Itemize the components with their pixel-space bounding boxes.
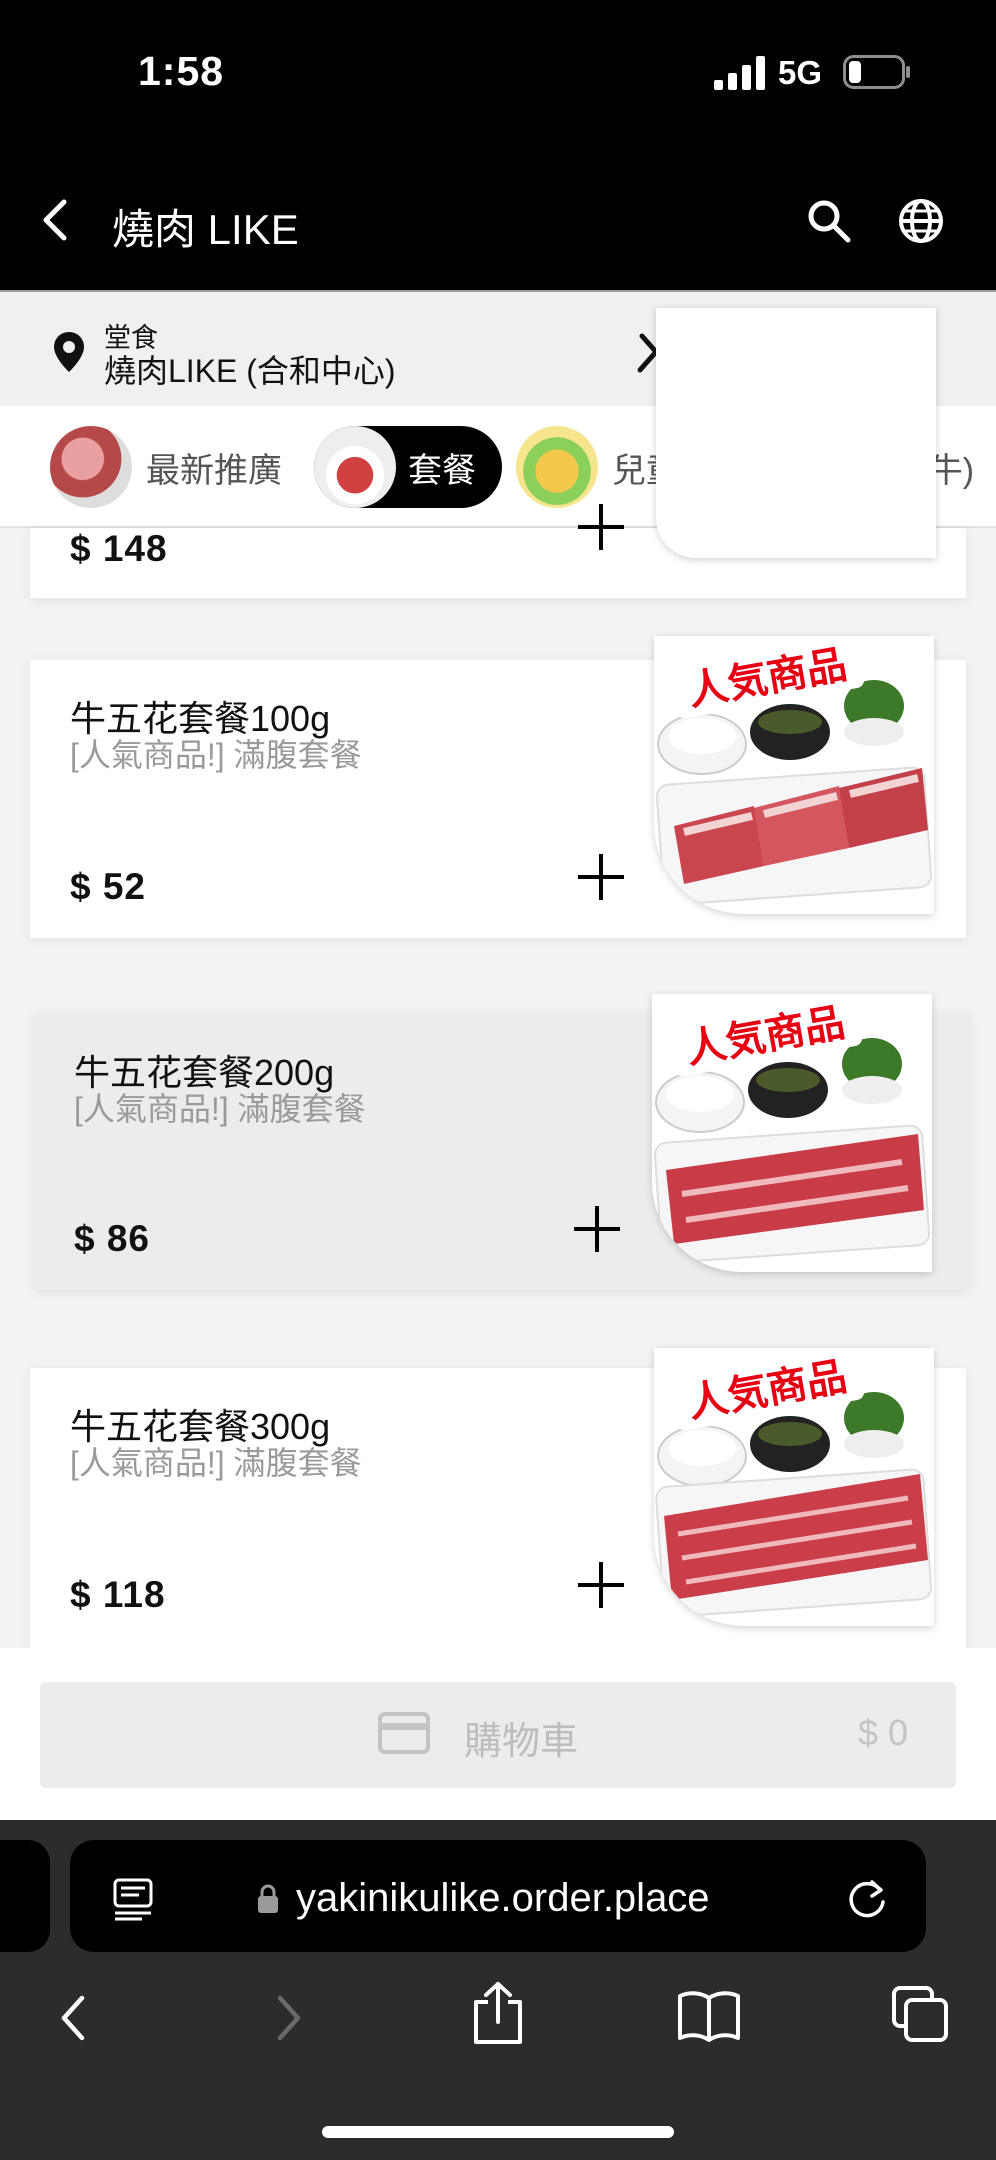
signal-icon	[714, 56, 765, 90]
item-price: $ 118	[70, 1574, 166, 1615]
bookmarks-icon[interactable]	[676, 1988, 742, 2044]
category-thumbnail	[314, 426, 396, 508]
item-price: $ 148	[70, 528, 168, 569]
globe-icon[interactable]	[896, 196, 946, 246]
tab-promotions[interactable]: 最新推廣	[50, 426, 282, 508]
status-time: 1:58	[138, 48, 225, 94]
item-photo: 人気商品	[652, 994, 932, 1272]
item-photo: 人気商品	[654, 1348, 934, 1626]
cart-total: $ 0	[858, 1712, 909, 1753]
item-price: $ 86	[74, 1218, 151, 1259]
set-meal-illustration: 人気商品	[655, 1348, 933, 1618]
battery-icon	[843, 55, 910, 89]
item-photo	[656, 308, 936, 558]
menu-item-card[interactable]: $ 148	[30, 308, 966, 598]
item-description: [人氣商品!] 滿腹套餐	[70, 1445, 362, 1481]
category-thumbnail	[516, 426, 598, 508]
plus-icon[interactable]	[578, 504, 624, 550]
reload-icon[interactable]	[844, 1876, 890, 1922]
tabs-icon[interactable]	[890, 1984, 950, 2044]
item-description: [人氣商品!] 滿腹套餐	[70, 737, 362, 773]
location-pin-icon	[54, 332, 84, 372]
category-thumbnail	[50, 426, 132, 508]
plus-icon[interactable]	[578, 854, 624, 900]
lock-icon	[258, 1884, 278, 1913]
cart-label: 購物車	[464, 1721, 579, 1763]
tab-label: 最新推廣	[146, 451, 282, 490]
reader-icon[interactable]	[112, 1877, 154, 1921]
tab-set-meals[interactable]: 套餐	[314, 426, 502, 508]
network-type: 5G	[778, 54, 823, 91]
item-price: $ 52	[70, 866, 147, 907]
back-icon[interactable]	[32, 190, 76, 250]
plus-icon[interactable]	[578, 1562, 624, 1608]
item-photo: 人気商品	[654, 636, 934, 914]
search-icon[interactable]	[804, 196, 854, 246]
home-indicator	[322, 2126, 674, 2138]
menu-item-card[interactable]: 牛五花套餐200g [人氣商品!] 滿腹套餐 $ 86 人気商品	[34, 994, 970, 1290]
nav-back-icon[interactable]	[52, 1988, 96, 2048]
item-description: [人氣商品!] 滿腹套餐	[74, 1091, 366, 1127]
page-title: 燒肉 LIKE	[112, 206, 299, 253]
previous-tab-preview[interactable]	[0, 1840, 50, 1952]
menu-item-card[interactable]: 牛五花套餐300g [人氣商品!] 滿腹套餐 $ 118 人気商品	[30, 1348, 966, 1648]
credit-card-icon	[378, 1712, 430, 1754]
set-meal-illustration: 人気商品	[653, 994, 931, 1264]
set-meal-illustration: 人気商品	[655, 636, 933, 906]
store-name[interactable]: 燒肉LIKE (合和中心)	[104, 346, 396, 392]
menu-item-card[interactable]: 牛五花套餐100g [人氣商品!] 滿腹套餐 $ 52 人気商品	[30, 636, 966, 938]
tab-label: 套餐	[408, 451, 476, 490]
url-text: yakinikulike.order.place	[296, 1876, 710, 1920]
share-icon[interactable]	[468, 1980, 528, 2046]
nav-forward-icon	[277, 1995, 301, 2041]
plus-icon[interactable]	[574, 1206, 620, 1252]
